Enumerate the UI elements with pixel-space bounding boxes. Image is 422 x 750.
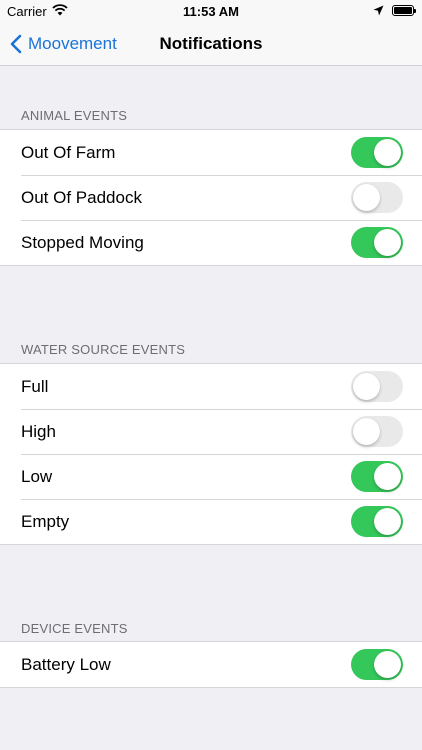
settings-row: Out Of Paddock xyxy=(0,175,422,220)
notification-toggle[interactable] xyxy=(351,506,403,537)
settings-row: High xyxy=(0,409,422,454)
navigation-bar: Moovement Notifications xyxy=(0,22,422,66)
toggle-knob xyxy=(353,373,380,400)
settings-row: Empty xyxy=(0,499,422,544)
toggle-knob xyxy=(353,418,380,445)
settings-row: Full xyxy=(0,364,422,409)
settings-group: Battery Low xyxy=(0,641,422,688)
notification-toggle[interactable] xyxy=(351,182,403,213)
settings-group: Out Of Farm Out Of Paddock Stopped Moving xyxy=(0,129,422,266)
notification-toggle[interactable] xyxy=(351,416,403,447)
notification-toggle[interactable] xyxy=(351,649,403,680)
battery-icon xyxy=(392,5,416,16)
toggle-knob xyxy=(353,184,380,211)
toggle-knob xyxy=(374,229,401,256)
toggle-knob xyxy=(374,463,401,490)
section-header: ANIMAL EVENTS xyxy=(21,108,128,123)
section-header: WATER SOURCE EVENTS xyxy=(21,342,186,357)
settings-row: Low xyxy=(0,454,422,499)
back-button[interactable]: Moovement xyxy=(10,22,117,65)
back-button-label: Moovement xyxy=(28,33,117,53)
toggle-knob xyxy=(374,651,401,678)
section-header: DEVICE EVENTS xyxy=(21,621,128,636)
notification-toggle[interactable] xyxy=(351,371,403,402)
chevron-left-icon xyxy=(10,34,22,53)
location-arrow-icon xyxy=(373,4,384,19)
settings-group: Full High Low Empty xyxy=(0,363,422,545)
toggle-knob xyxy=(374,508,401,535)
clock: 11:53 AM xyxy=(183,4,239,19)
notification-toggle[interactable] xyxy=(351,461,403,492)
toggle-knob xyxy=(374,139,401,166)
settings-row: Battery Low xyxy=(0,642,422,687)
settings-row: Stopped Moving xyxy=(0,220,422,265)
settings-row: Out Of Farm xyxy=(0,130,422,175)
notification-toggle[interactable] xyxy=(351,227,403,258)
status-bar: Carrier 11:53 AM xyxy=(0,0,422,22)
notification-toggle[interactable] xyxy=(351,137,403,168)
